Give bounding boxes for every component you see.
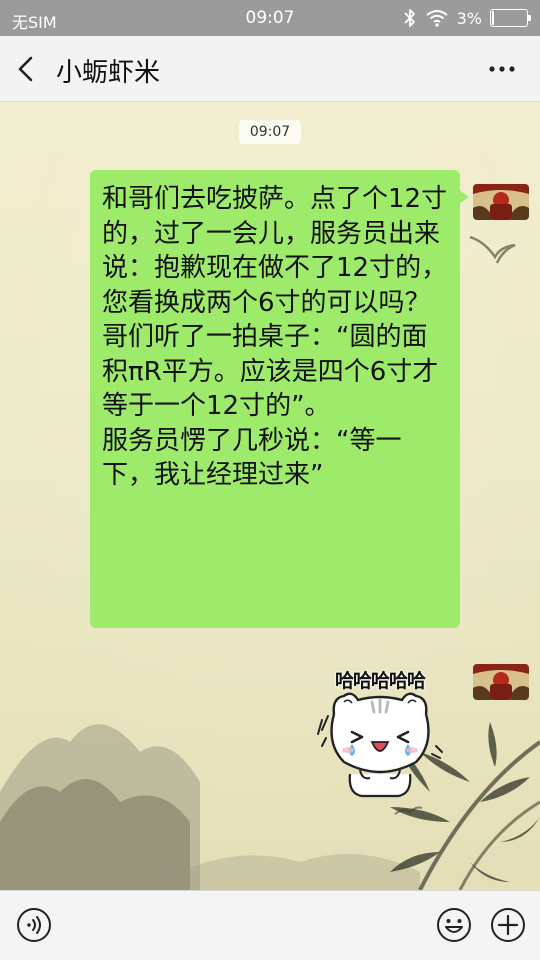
- message-timestamp: 09:07: [239, 120, 301, 144]
- more-dots-icon[interactable]: [486, 56, 518, 82]
- sticker-message[interactable]: 哈哈哈哈哈: [300, 662, 460, 804]
- emoji-icon[interactable]: [436, 907, 472, 943]
- status-icons: 3%: [403, 8, 531, 28]
- battery-icon: [490, 9, 531, 27]
- laughing-cat-sticker: [317, 692, 443, 798]
- battery-fill: [492, 11, 494, 25]
- battery-percent: 3%: [456, 8, 482, 28]
- chat-area[interactable]: 09:07 和哥们去吃披萨。点了个12寸的，过了一会儿，服务员出来说：抱歉现在做…: [0, 102, 540, 890]
- bluetooth-icon: [403, 9, 415, 27]
- message-bubble[interactable]: 和哥们去吃披萨。点了个12寸的，过了一会儿，服务员出来说：抱歉现在做不了12寸的…: [90, 170, 469, 628]
- input-bar: [0, 890, 540, 960]
- chat-title: 小蛎虾米: [56, 58, 161, 88]
- status-bar: 无SIM 09:07 3%: [0, 0, 540, 36]
- avatar[interactable]: [473, 664, 529, 700]
- voice-icon[interactable]: [16, 907, 52, 943]
- wifi-icon: [425, 10, 448, 27]
- avatar[interactable]: [473, 184, 529, 220]
- chat-header: 小蛎虾米: [0, 36, 540, 102]
- chevron-left-icon[interactable]: [12, 53, 42, 85]
- plus-icon[interactable]: [490, 907, 526, 943]
